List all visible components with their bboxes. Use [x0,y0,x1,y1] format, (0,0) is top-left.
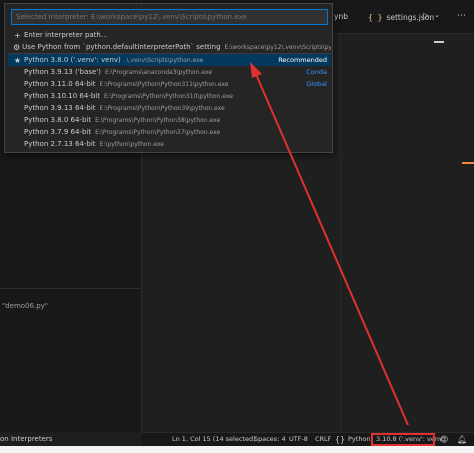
annotation-arrow [250,62,409,426]
